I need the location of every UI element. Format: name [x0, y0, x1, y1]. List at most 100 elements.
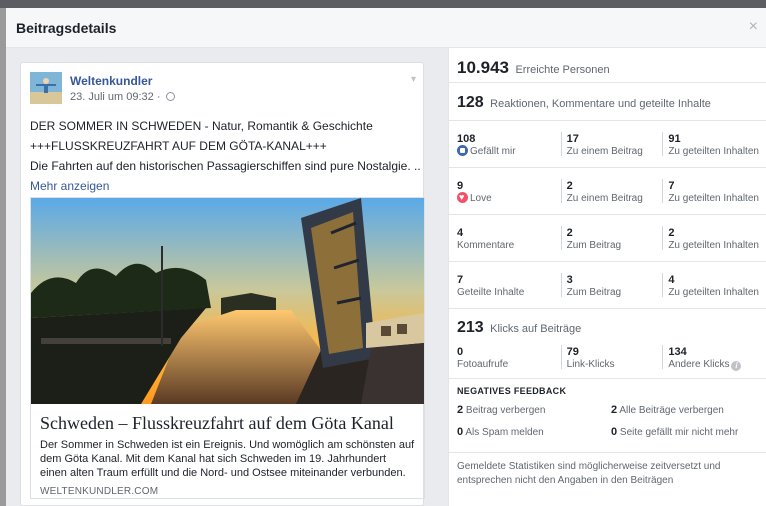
comments-on-post-count: 2 — [566, 227, 573, 239]
hide-post-label: Beitrag verbergen — [465, 405, 546, 416]
post-line: Die Fahrten auf den historischen Passagi… — [30, 159, 420, 173]
globe-icon — [165, 92, 175, 101]
hide-post-count: 2 — [457, 404, 464, 416]
negative-feedback-title: NEGATIVES FEEDBACK — [457, 386, 567, 396]
page-avatar[interactable] — [30, 72, 62, 104]
report-spam-label: Als Spam melden — [465, 427, 544, 438]
negative-feedback-section: NEGATIVES FEEDBACK 2 Beitrag verbergen 2… — [449, 379, 766, 453]
comments-on-post-cell: 2 Zum Beitrag — [560, 215, 663, 261]
reach-value: 10.943 — [457, 58, 509, 77]
other-clicks-label: Andere Klicks — [668, 359, 730, 370]
love-on-shares-cell: 7 Zu geteilten Inhalten — [662, 168, 766, 214]
likes-label: Gefällt mir — [470, 146, 516, 157]
photo-views-count: 0 — [457, 346, 464, 358]
link-preview-image — [31, 198, 424, 404]
love-on-shares-count: 7 — [668, 180, 675, 192]
post-timestamp: 23. Juli um 09:32 · — [70, 91, 175, 103]
comments-on-shares-cell: 2 Zu geteilten Inhalten — [662, 215, 766, 261]
unlike-page-stat: 0 Seite gefällt mir nicht mehr — [611, 426, 765, 448]
love-on-shares-label: Zu geteilten Inhalten — [668, 193, 759, 204]
comments-on-post-label: Zum Beitrag — [566, 240, 622, 251]
likes-on-post-count: 17 — [566, 133, 579, 145]
report-spam-count: 0 — [457, 426, 464, 438]
timestamp-text: 23. Juli um 09:32 · — [70, 91, 161, 103]
reactions-label: Reaktionen, Kommentare und geteilte Inha… — [490, 98, 711, 110]
clicks-section: 213 Klicks auf Beiträge 0 Fotoaufrufe 79… — [449, 309, 766, 379]
likes-on-shares-count: 91 — [668, 133, 681, 145]
hide-all-stat: 2 Alle Beiträge verbergen — [611, 404, 765, 426]
shares-cell: 7 Geteilte Inhalte — [457, 262, 561, 308]
post-insights-panel: 10.943 Erreichte Personen 128 Reaktionen… — [448, 48, 766, 506]
reach-section: 10.943 Erreichte Personen — [449, 48, 766, 83]
shares-on-post-cell: 3 Zum Beitrag — [560, 262, 663, 308]
link-clicks-cell: 79 Link-Klicks — [560, 344, 663, 372]
other-clicks-cell: 134 Andere Klicks i — [662, 344, 766, 372]
photo-views-cell: 0 Fotoaufrufe — [457, 344, 561, 372]
page-name-link[interactable]: Weltenkundler — [70, 74, 152, 88]
comments-on-shares-count: 2 — [668, 227, 675, 239]
post-line: +++FLUSSKREUZFAHRT AUF DEM GÖTA-KANAL+++ — [30, 139, 327, 153]
post-header: Weltenkundler 23. Juli um 09:32 · ▾ — [30, 72, 416, 108]
comments-cell: 4 Kommentare — [457, 215, 561, 261]
photo-views-label: Fotoaufrufe — [457, 359, 509, 370]
hide-all-label: Alle Beiträge verbergen — [619, 405, 724, 416]
likes-on-post-label: Zu einem Beitrag — [566, 146, 643, 157]
love-icon — [457, 191, 468, 203]
love-on-post-cell: 2 Zu einem Beitrag — [560, 168, 663, 214]
dialog-header: Beitragsdetails × — [6, 8, 766, 48]
unlike-page-label: Seite gefällt mir nicht mehr — [619, 427, 739, 438]
background-window-strip — [0, 0, 766, 8]
link-clicks-label: Link-Klicks — [566, 359, 615, 370]
shares-on-post-count: 3 — [566, 274, 573, 286]
reach-label: Erreichte Personen — [515, 64, 610, 76]
shares-on-post-label: Zum Beitrag — [566, 287, 622, 298]
post-details-dialog: Beitragsdetails × Weltenkundler 23. Juli… — [6, 8, 766, 506]
love-label: Love — [470, 193, 492, 204]
shares-count: 7 — [457, 274, 464, 286]
comments-on-shares-label: Zu geteilten Inhalten — [668, 240, 759, 251]
chevron-down-icon[interactable]: ▾ — [411, 74, 416, 85]
love-on-post-label: Zu einem Beitrag — [566, 193, 643, 204]
likes-count: 108 — [457, 133, 476, 145]
likes-on-post-cell: 17 Zu einem Beitrag — [560, 121, 663, 167]
comments-count: 4 — [457, 227, 464, 239]
link-domain: WELTENKUNDLER.COM — [40, 486, 159, 497]
link-description: Der Sommer in Schweden ist ein Ereignis.… — [40, 439, 415, 479]
love-on-post-count: 2 — [566, 180, 573, 192]
see-more-link[interactable]: Mehr anzeigen — [30, 179, 109, 193]
likes-row: 108 Gefällt mir 17 Zu einem Beitrag 91 Z… — [449, 121, 766, 168]
post-message: DER SOMMER IN SCHWEDEN - Natur, Romantik… — [30, 116, 420, 196]
like-icon — [457, 145, 468, 156]
link-preview-body: Schweden – Flusskreuzfahrt auf dem Göta … — [31, 404, 424, 497]
post-preview-pane: Weltenkundler 23. Juli um 09:32 · ▾ DER … — [6, 48, 448, 506]
shares-label: Geteilte Inhalte — [457, 287, 525, 298]
shares-on-shares-cell: 4 Zu geteilten Inhalten — [662, 262, 766, 308]
other-clicks-count: 134 — [668, 346, 687, 358]
hide-all-count: 2 — [611, 404, 618, 416]
link-preview-card[interactable]: Schweden – Flusskreuzfahrt auf dem Göta … — [30, 197, 425, 499]
shares-on-shares-label: Zu geteilten Inhalten — [668, 287, 759, 298]
likes-on-shares-cell: 91 Zu geteilten Inhalten — [662, 121, 766, 167]
post-card: Weltenkundler 23. Juli um 09:32 · ▾ DER … — [20, 62, 425, 506]
clicks-breakdown: 0 Fotoaufrufe 79 Link-Klicks 134 Andere … — [457, 344, 766, 372]
reactions-section: 128 Reaktionen, Kommentare und geteilte … — [449, 83, 766, 121]
close-icon[interactable]: × — [749, 19, 758, 35]
post-line: DER SOMMER IN SCHWEDEN - Natur, Romantik… — [30, 119, 373, 133]
stats-disclaimer: Gemeldete Statistiken sind möglicherweis… — [457, 461, 721, 486]
love-count: 9 — [457, 180, 464, 192]
comments-row: 4 Kommentare 2 Zum Beitrag 2 Zu geteilte… — [449, 215, 766, 262]
hide-post-stat: 2 Beitrag verbergen — [457, 404, 611, 426]
link-clicks-count: 79 — [566, 346, 579, 358]
likes-cell: 108 Gefällt mir — [457, 121, 561, 167]
shares-row: 7 Geteilte Inhalte 3 Zum Beitrag 4 Zu ge… — [449, 262, 766, 309]
link-title[interactable]: Schweden – Flusskreuzfahrt auf dem Göta … — [40, 412, 415, 434]
love-cell: 9 Love — [457, 168, 561, 214]
shares-on-shares-count: 4 — [668, 274, 675, 286]
likes-on-shares-label: Zu geteilten Inhalten — [668, 146, 759, 157]
info-icon[interactable]: i — [731, 361, 742, 371]
negative-feedback-grid: 2 Beitrag verbergen 2 Alle Beiträge verb… — [457, 404, 766, 448]
clicks-value: 213 — [457, 319, 484, 336]
love-row: 9 Love 2 Zu einem Beitrag 7 Zu geteilten… — [449, 168, 766, 215]
report-spam-stat: 0 Als Spam melden — [457, 426, 611, 448]
dialog-title: Beitragsdetails — [16, 19, 117, 36]
